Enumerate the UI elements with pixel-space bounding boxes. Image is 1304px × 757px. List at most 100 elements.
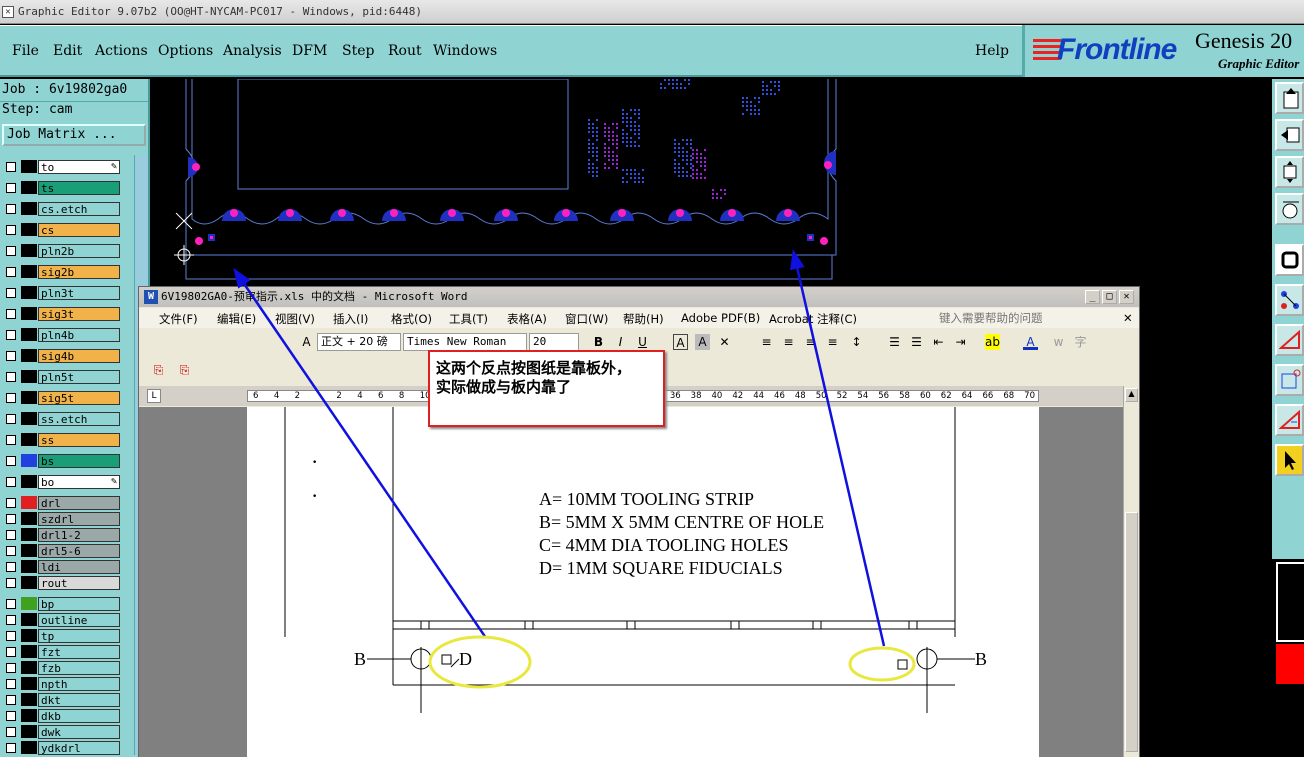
layer-checkbox[interactable] [6,435,16,445]
word-menu-format[interactable]: 格式(O) [391,311,432,327]
layer-color-swatch[interactable] [21,412,37,425]
word-menu-edit[interactable]: 编辑(E) [217,311,256,327]
job-matrix-button[interactable]: Job Matrix ... [2,124,146,146]
font-color-icon[interactable]: A [1023,334,1038,350]
bold-icon[interactable]: B [591,334,606,350]
layer-color-swatch[interactable] [21,544,37,557]
layer-color-swatch[interactable] [21,433,37,446]
scroll-up-icon[interactable]: ▲ [1125,388,1138,402]
layer-checkbox[interactable] [6,225,16,235]
tool-page-up-button[interactable] [1275,82,1304,114]
layer-color-swatch[interactable] [21,693,37,706]
menu-edit[interactable]: Edit [53,43,82,59]
word-vertical-scrollbar[interactable]: ▲ [1123,386,1139,757]
layer-color-swatch[interactable] [21,613,37,626]
menu-dfm[interactable]: DFM [292,43,327,59]
layer-color-swatch[interactable] [21,265,37,278]
layer-checkbox[interactable] [6,599,16,609]
layer-checkbox[interactable] [6,647,16,657]
align-center-icon[interactable]: ≡ [781,334,796,350]
word-menu-insert[interactable]: 插入(I) [333,311,368,327]
layer-checkbox[interactable] [6,562,16,572]
layer-color-swatch[interactable] [21,741,37,754]
layer-color-swatch[interactable] [21,629,37,642]
align-right-icon[interactable]: ≡ [803,334,818,350]
menu-options[interactable]: Options [158,43,213,59]
decrease-indent-icon[interactable]: ⇤ [931,334,946,350]
layer-row-bo[interactable]: bo ✎ [2,474,120,489]
menu-help[interactable]: Help [975,43,1009,59]
layer-row-sig5t[interactable]: sig5t [2,390,120,405]
menu-rout[interactable]: Rout [388,43,422,59]
layer-color-swatch[interactable] [21,576,37,589]
tool-triangle-button[interactable] [1275,404,1304,436]
scroll-thumb[interactable] [1125,512,1138,752]
layer-row-drl1-2[interactable]: drl1-2 [2,527,120,542]
layer-color-swatch[interactable] [21,370,37,383]
layer-row-drl[interactable]: drl [2,495,120,510]
word-menu-view[interactable]: 视图(V) [275,311,315,327]
layer-color-swatch[interactable] [21,328,37,341]
layer-color-swatch[interactable] [21,286,37,299]
font-select[interactable]: Times New Roman [403,333,527,351]
layer-row-dwk[interactable]: dwk [2,724,120,739]
layer-checkbox[interactable] [6,727,16,737]
font-size-select[interactable]: 20 [529,333,579,351]
word-menu-tools[interactable]: 工具(T) [449,311,488,327]
layer-checkbox[interactable] [6,711,16,721]
layer-row-ss[interactable]: ss [2,432,120,447]
layer-color-swatch[interactable] [21,709,37,722]
layer-row-outline[interactable]: outline [2,612,120,627]
menu-analysis[interactable]: Analysis [223,43,282,59]
layer-row-sig2b[interactable]: sig2b [2,264,120,279]
layer-checkbox[interactable] [6,695,16,705]
layer-checkbox[interactable] [6,456,16,466]
layer-checkbox[interactable] [6,162,16,172]
tool-pointer-button[interactable] [1275,444,1304,476]
help-search-input[interactable] [939,309,1119,327]
justify-icon[interactable]: ≡ [825,334,840,350]
layer-checkbox[interactable] [6,631,16,641]
layer-row-sig4b[interactable]: sig4b [2,348,120,363]
layer-color-swatch[interactable] [21,160,37,173]
layer-color-swatch[interactable] [21,661,37,674]
layer-checkbox[interactable] [6,246,16,256]
tab-stop-icon[interactable]: L [147,389,161,403]
highlight-icon[interactable]: ab [985,334,1000,350]
menu-step[interactable]: Step [342,43,374,59]
layer-checkbox[interactable] [6,183,16,193]
layer-row-ydkdrl[interactable]: ydkdrl [2,740,120,755]
align-left-icon[interactable]: ≡ [759,334,774,350]
numbering-icon[interactable]: ☰ [887,334,902,350]
tool-fit-button[interactable] [1275,156,1304,188]
layer-row-rout[interactable]: rout [2,575,120,590]
phonetic-icon[interactable]: w [1051,334,1066,350]
tool-line-button[interactable] [1275,324,1304,356]
layer-checkbox[interactable] [6,204,16,214]
layer-color-swatch[interactable] [21,560,37,573]
layer-row-pln5t[interactable]: pln5t [2,369,120,384]
char-border-icon[interactable]: A [673,334,688,350]
word-menu-adobe-pdf[interactable]: Adobe PDF(B) [681,311,760,325]
layer-checkbox[interactable] [6,267,16,277]
layer-checkbox[interactable] [6,393,16,403]
layer-row-dkb[interactable]: dkb [2,708,120,723]
layer-color-swatch[interactable] [21,181,37,194]
layer-row-cs[interactable]: cs [2,222,120,237]
layer-row-pln2b[interactable]: pln2b [2,243,120,258]
increase-indent-icon[interactable]: ⇥ [953,334,968,350]
tool-net-button[interactable] [1275,284,1304,316]
tool-select-area-button[interactable] [1275,364,1304,396]
tool-measure-button[interactable] [1275,193,1304,225]
layer-row-bp[interactable]: bp [2,596,120,611]
word-minimize-button[interactable]: _ [1085,290,1100,304]
word-menu-acrobat[interactable]: Acrobat 注释(C) [769,311,857,327]
layer-color-swatch[interactable] [21,349,37,362]
document-page[interactable]: • • A= 10MM TOOLING STRIP B= 5MM X 5MM C… [247,407,1039,757]
layer-row-tp[interactable]: tp [2,628,120,643]
layer-color-swatch[interactable] [21,475,37,488]
word-close-button[interactable]: ✕ [1119,290,1134,304]
layer-row-fzb[interactable]: fzb [2,660,120,675]
tool-left-button[interactable] [1275,119,1304,151]
char-shading-icon[interactable]: A [695,334,710,350]
